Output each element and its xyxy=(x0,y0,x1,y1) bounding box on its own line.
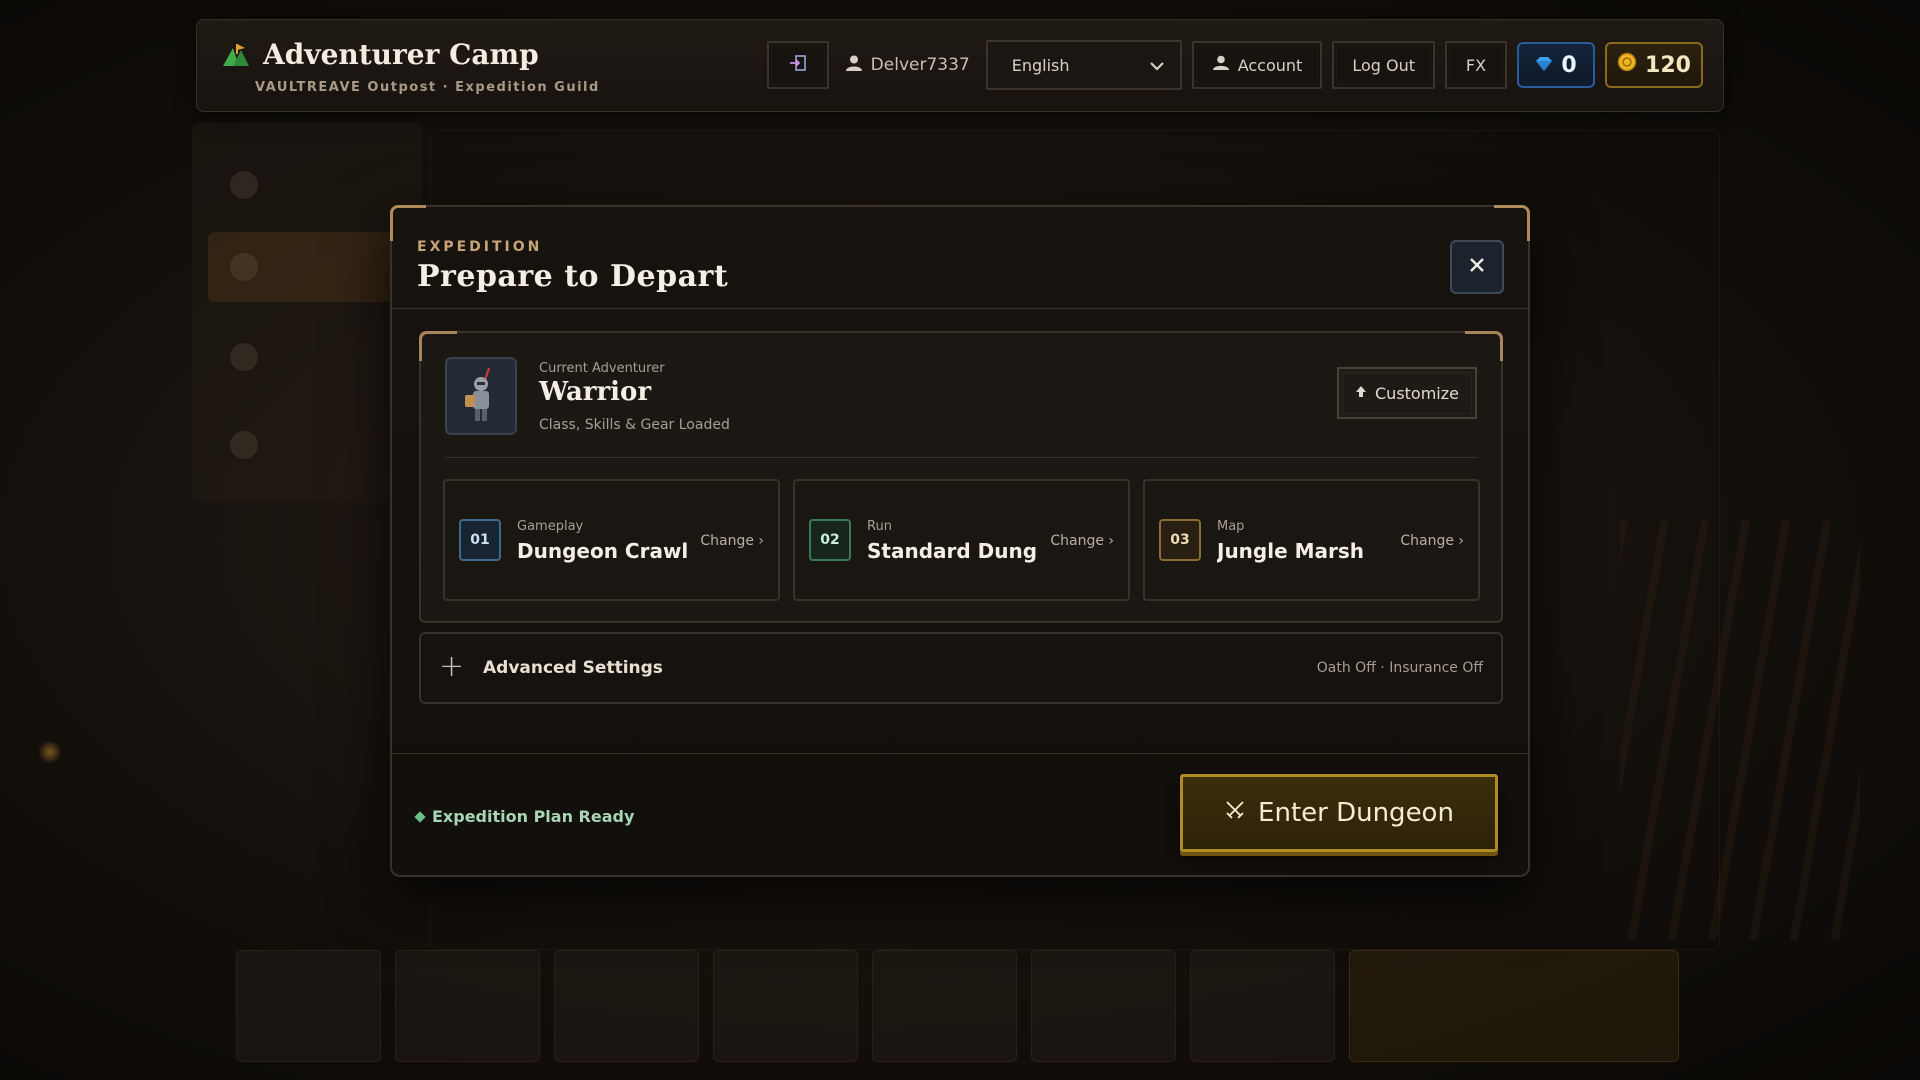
option-value: Jungle Marsh xyxy=(1217,539,1365,563)
expedition-config-panel: Current Adventurer Warrior Class, Skills… xyxy=(419,331,1503,623)
customize-icon xyxy=(1355,384,1367,403)
enter-dungeon-button[interactable]: Enter Dungeon xyxy=(1180,774,1498,852)
divider xyxy=(392,308,1528,309)
advanced-settings-title: Advanced Settings xyxy=(483,658,663,678)
ornament-corner xyxy=(1465,331,1503,361)
close-icon xyxy=(1469,257,1485,277)
warrior-portrait-icon xyxy=(459,364,503,428)
step-number-badge: 01 xyxy=(459,519,501,561)
option-card-run[interactable]: 02 Run Standard Dung... Change › xyxy=(793,479,1130,601)
change-gameplay-link[interactable]: Change › xyxy=(700,533,764,549)
change-map-link[interactable]: Change › xyxy=(1400,533,1464,549)
ornament-corner xyxy=(390,205,426,241)
current-adventurer-label: Current Adventurer xyxy=(539,361,665,376)
step-number-badge: 02 xyxy=(809,519,851,561)
modal-eyebrow: EXPEDITION xyxy=(417,239,543,255)
status-diamond-icon xyxy=(414,810,426,823)
plus-icon: + xyxy=(439,649,465,684)
ornament-corner xyxy=(1494,205,1530,241)
option-card-gameplay[interactable]: 01 Gameplay Dungeon Crawl Change › xyxy=(443,479,780,601)
plan-status: Expedition Plan Ready xyxy=(414,807,635,826)
adventurer-subtitle: Class, Skills & Gear Loaded xyxy=(539,417,730,433)
close-modal-button[interactable] xyxy=(1450,240,1504,294)
expedition-modal: EXPEDITION Prepare to Depart Current Adv… xyxy=(390,205,1530,877)
customize-label: Customize xyxy=(1375,383,1459,403)
option-category: Gameplay xyxy=(517,519,584,534)
change-run-link[interactable]: Change › xyxy=(1050,533,1114,549)
advanced-settings-toggle[interactable]: + Advanced Settings Oath Off · Insurance… xyxy=(419,632,1503,704)
option-category: Map xyxy=(1217,519,1245,534)
expedition-option-cards: 01 Gameplay Dungeon Crawl Change › 02 Ru… xyxy=(443,479,1480,601)
divider xyxy=(445,457,1477,458)
option-card-map[interactable]: 03 Map Jungle Marsh Change › xyxy=(1143,479,1480,601)
step-number-badge: 03 xyxy=(1159,519,1201,561)
adventurer-avatar xyxy=(445,357,517,435)
option-category: Run xyxy=(867,519,892,534)
plan-status-text: Expedition Plan Ready xyxy=(432,807,635,826)
advanced-settings-status: Oath Off · Insurance Off xyxy=(1316,660,1483,676)
option-value: Standard Dung... xyxy=(867,539,1037,563)
modal-title: Prepare to Depart xyxy=(417,259,729,294)
adventurer-class-name: Warrior xyxy=(539,377,652,407)
divider xyxy=(392,753,1528,754)
crossed-swords-icon xyxy=(1224,798,1246,828)
customize-button[interactable]: Customize xyxy=(1337,367,1477,419)
option-value: Dungeon Crawl xyxy=(517,539,687,563)
enter-dungeon-label: Enter Dungeon xyxy=(1258,798,1454,828)
